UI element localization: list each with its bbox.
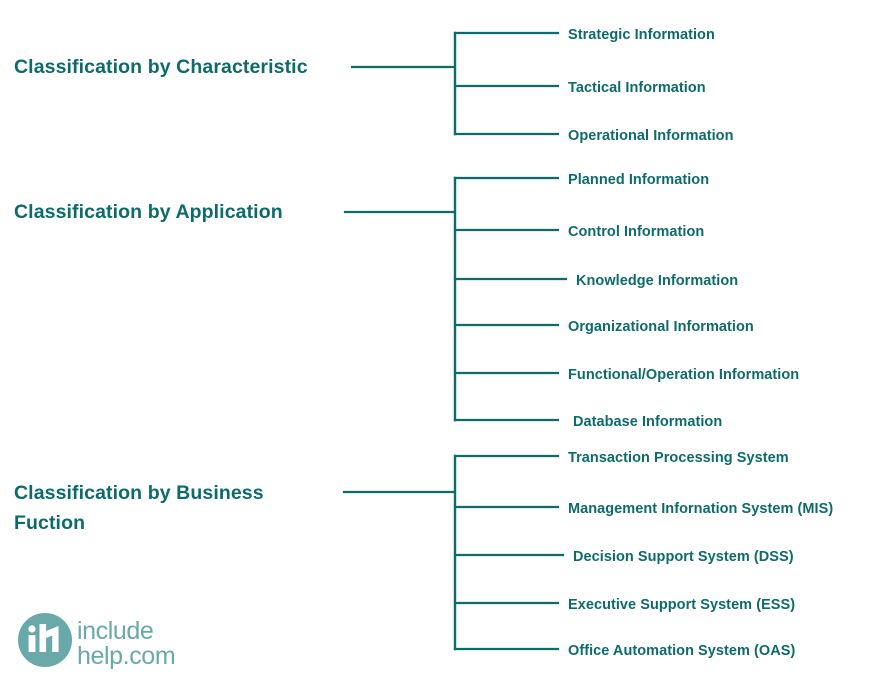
includehelp-logo: include help.com xyxy=(18,613,176,670)
leaf-label: Operational Information xyxy=(568,128,734,144)
leaf-label: Database Information xyxy=(573,414,722,430)
leaf-label: Tactical Information xyxy=(568,80,706,96)
group-heading-business-function-line2: Fuction xyxy=(14,512,85,534)
leaf-label: Decision Support System (DSS) xyxy=(573,549,794,565)
leaf-label: Functional/Operation Information xyxy=(568,367,799,383)
group-heading-application: Classification by Application xyxy=(14,201,283,223)
logo-text-line2: help.com xyxy=(77,642,175,670)
leaf-label: Executive Support System (ESS) xyxy=(568,597,795,613)
leaf-label: Control Information xyxy=(568,224,704,240)
diagram-svg: Classification by Characteristic Strateg… xyxy=(14,27,833,670)
leaf-label: Transaction Processing System xyxy=(568,450,789,466)
logo-text-line1: include xyxy=(77,617,153,645)
leaf-label: Management Infornation System (MIS) xyxy=(568,501,833,517)
leaf-label: Organizational Information xyxy=(568,319,754,335)
group-heading-characteristic: Classification by Characteristic xyxy=(14,56,308,78)
leaf-label: Planned Information xyxy=(568,172,709,188)
group-heading-business-function-line1: Classification by Business xyxy=(14,482,264,504)
logo-monogram-icon xyxy=(28,624,59,652)
leaf-label: Knowledge Information xyxy=(576,273,738,289)
classification-diagram: Classification by Characteristic Strateg… xyxy=(0,0,872,685)
group-application: Classification by Application Planned In… xyxy=(14,172,799,430)
leaf-label: Office Automation System (OAS) xyxy=(568,643,795,659)
group-characteristic: Classification by Characteristic Strateg… xyxy=(14,27,734,144)
leaf-label: Strategic Information xyxy=(568,27,715,43)
